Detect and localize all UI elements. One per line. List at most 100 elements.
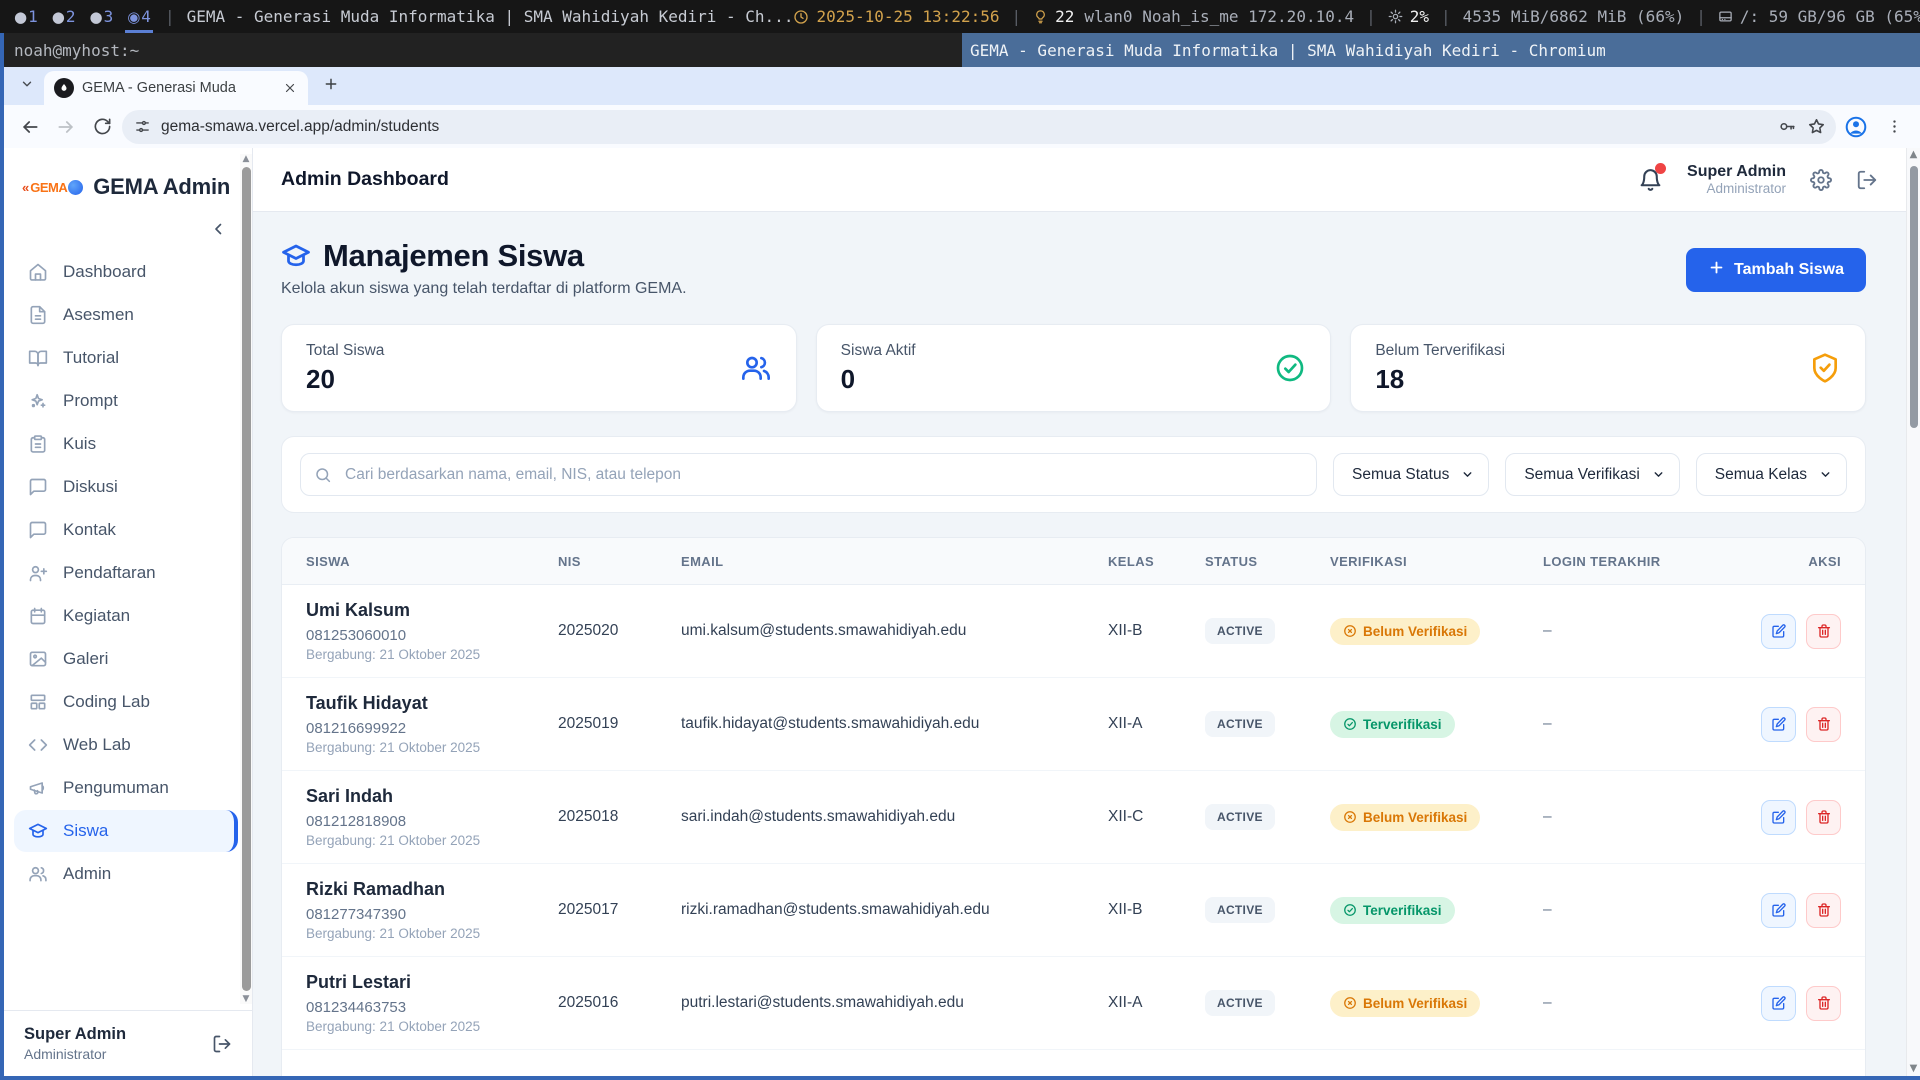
- gema-logo-icon: «GEMA: [22, 180, 83, 195]
- verification-badge: Belum Verifikasi: [1330, 990, 1480, 1017]
- sidebar-user-section: Super Admin Administrator: [4, 1010, 252, 1076]
- add-student-button[interactable]: Tambah Siswa: [1686, 248, 1866, 292]
- row-actions: [1758, 986, 1841, 1021]
- site-favicon: [54, 78, 74, 98]
- workspace-1[interactable]: ●1: [12, 0, 40, 33]
- scrollbar-thumb[interactable]: [1910, 166, 1918, 428]
- logout-icon[interactable]: [1856, 169, 1878, 191]
- sidebar-item-siswa[interactable]: Siswa: [14, 810, 238, 852]
- edit-button[interactable]: [1761, 986, 1796, 1021]
- disk-widget: /: 59 GB/96 GB (65%): [1718, 7, 1920, 26]
- page-scrollbar[interactable]: ▲ ▼: [1906, 148, 1920, 1076]
- browser-menu-icon[interactable]: [1878, 111, 1910, 143]
- clipboard-icon: [28, 434, 48, 454]
- workspace-3[interactable]: ●3: [87, 0, 115, 33]
- profile-avatar[interactable]: [1840, 111, 1872, 143]
- table-row: Umi Kalsum 081253060010 Bergabung: 21 Ok…: [282, 585, 1865, 678]
- sidebar-user-info: Super Admin Administrator: [24, 1025, 126, 1062]
- verification-filter-select[interactable]: Semua Verifikasi: [1505, 453, 1679, 496]
- scroll-up-icon[interactable]: ▲: [243, 154, 250, 164]
- logout-icon[interactable]: [212, 1034, 232, 1054]
- url-text[interactable]: gema-smawa.vercel.app/admin/students: [161, 118, 1768, 136]
- stat-label: Belum Terverifikasi: [1375, 342, 1505, 360]
- search-filter-bar: Semua Status Semua Verifikasi Semua Kela…: [281, 436, 1866, 513]
- chevron-down-icon: [1652, 468, 1665, 481]
- sidebar-item-kuis[interactable]: Kuis: [14, 423, 238, 465]
- address-bar[interactable]: gema-smawa.vercel.app/admin/students: [122, 110, 1836, 144]
- wm-tab-terminal[interactable]: noah@myhost:~: [4, 33, 962, 67]
- workspace-2[interactable]: ●2: [50, 0, 78, 33]
- user-role: Administrator: [24, 1046, 126, 1062]
- verification-badge: Belum Verifikasi: [1330, 804, 1480, 831]
- student-cell: Putri Lestari 081234463753 Bergabung: 21…: [306, 972, 558, 1034]
- verification-badge: Terverifikasi: [1330, 711, 1455, 738]
- sidebar-scrollbar[interactable]: ▲ ▼: [240, 154, 252, 1004]
- chat-bubble-icon: [28, 520, 48, 540]
- bookmark-star-icon[interactable]: [1807, 117, 1826, 136]
- class-filter-select[interactable]: Semua Kelas: [1696, 453, 1847, 496]
- separator: |: [1439, 7, 1453, 26]
- user-name: Super Admin: [1687, 163, 1786, 181]
- status-filter-select[interactable]: Semua Status: [1333, 453, 1489, 496]
- tab-search-button[interactable]: [12, 71, 42, 101]
- sidebar-item-dashboard[interactable]: Dashboard: [14, 251, 238, 293]
- workspace-ring-icon: ◉: [127, 8, 140, 26]
- delete-button[interactable]: [1806, 893, 1841, 928]
- back-button[interactable]: [14, 111, 46, 143]
- collapse-sidebar-button[interactable]: [210, 220, 228, 238]
- sidebar-item-prompt[interactable]: Prompt: [14, 380, 238, 422]
- sidebar-item-coding-lab[interactable]: Coding Lab: [14, 681, 238, 723]
- stat-value: 20: [306, 364, 384, 395]
- delete-button[interactable]: [1806, 614, 1841, 649]
- edit-button[interactable]: [1761, 614, 1796, 649]
- forward-button[interactable]: [50, 111, 82, 143]
- browser-tab-active[interactable]: GEMA - Generasi Muda: [44, 71, 308, 105]
- table-row: Taufik Hidayat 081216699922 Bergabung: 2…: [282, 678, 1865, 771]
- delete-button[interactable]: [1806, 707, 1841, 742]
- row-actions: [1758, 707, 1841, 742]
- reload-button[interactable]: [86, 111, 118, 143]
- sidebar-item-tutorial[interactable]: Tutorial: [14, 337, 238, 379]
- sidebar-item-admin[interactable]: Admin: [14, 853, 238, 895]
- content-area: Manajemen Siswa Kelola akun siswa yang t…: [253, 212, 1906, 1076]
- status-badge: ACTIVE: [1205, 711, 1275, 737]
- settings-gear-icon[interactable]: [1810, 169, 1832, 191]
- scroll-down-icon[interactable]: ▼: [1910, 1062, 1918, 1076]
- edit-button[interactable]: [1761, 707, 1796, 742]
- status-bar-right: 2025-10-25 13:22:56 | 22 wlan0 Noah_is_m…: [793, 7, 1920, 26]
- sidebar-item-web-lab[interactable]: Web Lab: [14, 724, 238, 766]
- student-cell: Taufik Hidayat 081216699922 Bergabung: 2…: [306, 693, 558, 755]
- sidebar-item-kontak[interactable]: Kontak: [14, 509, 238, 551]
- memory-widget: 4535 MiB/6862 MiB (66%): [1463, 7, 1685, 26]
- sidebar-item-pengumuman[interactable]: Pengumuman: [14, 767, 238, 809]
- stat-label: Siswa Aktif: [841, 342, 916, 360]
- sidebar-item-diskusi[interactable]: Diskusi: [14, 466, 238, 508]
- brand-name: GEMA Admin: [93, 174, 230, 200]
- edit-button[interactable]: [1761, 800, 1796, 835]
- chat-bubble-icon: [28, 477, 48, 497]
- sidebar-item-galeri[interactable]: Galeri: [14, 638, 238, 680]
- site-settings-icon[interactable]: [134, 118, 151, 135]
- header-user-info: Super Admin Administrator: [1687, 163, 1786, 196]
- search-input[interactable]: [300, 453, 1317, 496]
- password-key-icon[interactable]: [1778, 117, 1797, 136]
- sidebar-item-pendaftaran[interactable]: Pendaftaran: [14, 552, 238, 594]
- student-cell: Umi Kalsum 081253060010 Bergabung: 21 Ok…: [306, 600, 558, 662]
- edit-button[interactable]: [1761, 893, 1796, 928]
- sidebar-collapse-row: [4, 210, 252, 244]
- new-tab-button[interactable]: [316, 71, 346, 101]
- search-icon: [314, 466, 332, 484]
- scroll-up-icon[interactable]: ▲: [1910, 148, 1918, 162]
- delete-button[interactable]: [1806, 986, 1841, 1021]
- scroll-down-icon[interactable]: ▼: [243, 994, 250, 1004]
- sidebar-item-kegiatan[interactable]: Kegiatan: [14, 595, 238, 637]
- scrollbar-thumb[interactable]: [242, 167, 251, 991]
- delete-button[interactable]: [1806, 800, 1841, 835]
- workspace-4-active[interactable]: ◉4: [125, 0, 153, 33]
- sidebar-item-asesmen[interactable]: Asesmen: [14, 294, 238, 336]
- calendar-icon: [28, 606, 48, 626]
- notification-bell-icon[interactable]: [1638, 167, 1663, 192]
- wm-tab-browser-active[interactable]: GEMA - Generasi Muda Informatika | SMA W…: [962, 33, 1920, 67]
- student-cell: Sari Indah 081212818908 Bergabung: 21 Ok…: [306, 786, 558, 848]
- tab-close-icon[interactable]: [280, 78, 300, 98]
